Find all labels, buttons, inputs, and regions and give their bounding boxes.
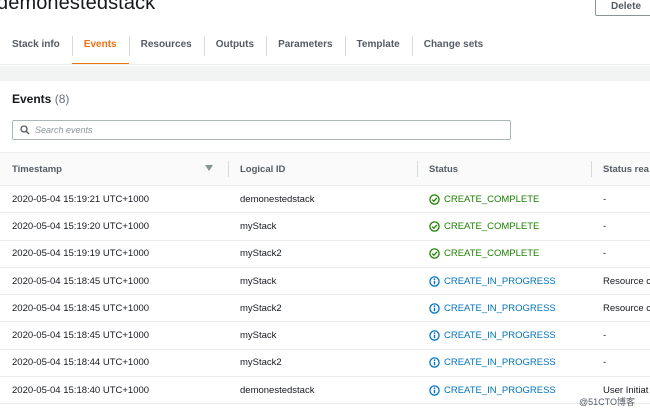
cell-logical-id: myStack2 — [228, 294, 417, 323]
cell-timestamp: 2020-05-04 15:18:44 UTC+1000 — [0, 349, 228, 378]
column-label-timestamp: Timestamp — [12, 163, 62, 175]
info-circle-icon — [429, 275, 440, 287]
table-row[interactable]: 2020-05-04 15:18:40 UTC+1000 demonestedst… — [0, 376, 650, 405]
cell-status: CREATE_IN_PROGRESS — [417, 294, 591, 323]
table-row[interactable]: 2020-05-04 15:18:45 UTC+1000 myStack CREAT… — [0, 267, 650, 296]
events-panel: Events (8) Timestamp Logical ID Status S… — [0, 81, 650, 411]
events-title: Events — [12, 92, 52, 106]
column-label-status: Status — [429, 163, 459, 175]
cell-timestamp: 2020-05-04 15:19:20 UTC+1000 — [0, 212, 228, 241]
column-label-logical-id: Logical ID — [240, 163, 286, 175]
cell-logical-id: demonestedstack — [228, 185, 417, 214]
cell-timestamp: 2020-05-04 15:18:45 UTC+1000 — [0, 294, 228, 323]
cell-logical-id: myStack — [228, 321, 417, 350]
tab-resources[interactable]: Resources — [128, 30, 204, 64]
status-text: CREATE_IN_PROGRESS — [444, 330, 556, 342]
cell-status-reason: Resource c — [591, 294, 650, 323]
tab-outputs[interactable]: Outputs — [203, 30, 266, 64]
tab-parameters[interactable]: Parameters — [266, 30, 344, 64]
status-indicator: CREATE_IN_PROGRESS — [429, 303, 591, 314]
cell-logical-id: demonestedstack — [228, 376, 417, 405]
status-text: CREATE_COMPLETE — [444, 193, 540, 205]
check-circle-icon — [429, 221, 440, 232]
table-row[interactable]: 2020-05-04 15:18:45 UTC+1000 myStack CREAT… — [0, 321, 650, 350]
delete-button[interactable]: Delete — [595, 0, 650, 16]
info-circle-icon — [429, 330, 440, 341]
sort-down-icon[interactable] — [205, 165, 213, 171]
search-input[interactable] — [35, 122, 505, 138]
table-row[interactable]: 2020-05-04 15:18:45 UTC+1000 myStack2 CREA… — [0, 294, 650, 323]
column-header-status-reason[interactable]: Status rea — [591, 152, 650, 186]
tab-stack-info[interactable]: Stack info — [0, 30, 72, 64]
cell-timestamp: 2020-05-04 15:18:45 UTC+1000 — [0, 321, 228, 350]
status-text: CREATE_IN_PROGRESS — [444, 384, 556, 396]
status-indicator: CREATE_IN_PROGRESS — [429, 385, 591, 396]
tab-events[interactable]: Events — [71, 30, 129, 65]
column-label-status-reason: Status rea — [603, 163, 649, 175]
cell-status-reason: - — [591, 321, 650, 350]
stack-header: demonestedstack Delete Stack info Events R… — [0, 0, 650, 66]
cell-status: CREATE_IN_PROGRESS — [417, 321, 591, 350]
page-title: demonestedstack — [0, 0, 156, 14]
check-circle-icon — [429, 193, 440, 205]
status-indicator: CREATE_COMPLETE — [429, 221, 591, 232]
watermark: @51CTO博客 — [579, 397, 635, 407]
search-icon — [20, 125, 30, 135]
events-table: Timestamp Logical ID Status Status rea 2… — [0, 152, 650, 405]
tab-change-sets[interactable]: Change sets — [411, 30, 495, 64]
tab-template[interactable]: Template — [344, 30, 412, 64]
cell-status: CREATE_COMPLETE — [417, 185, 591, 214]
column-header-status[interactable]: Status — [417, 152, 591, 186]
info-circle-icon — [429, 357, 440, 369]
status-text: CREATE_IN_PROGRESS — [444, 302, 556, 314]
cell-timestamp: 2020-05-04 15:19:21 UTC+1000 — [0, 185, 228, 214]
cell-status-reason: - — [591, 212, 650, 241]
cell-status: CREATE_IN_PROGRESS — [417, 376, 591, 405]
status-indicator: CREATE_COMPLETE — [429, 194, 591, 205]
cell-status-reason: Resource c — [591, 267, 650, 296]
cell-status-reason: - — [591, 349, 650, 378]
cell-status: CREATE_COMPLETE — [417, 240, 591, 268]
status-indicator: CREATE_IN_PROGRESS — [429, 330, 591, 341]
cell-timestamp: 2020-05-04 15:18:45 UTC+1000 — [0, 267, 228, 296]
info-circle-icon — [429, 384, 440, 396]
tab-divider — [0, 64, 650, 65]
column-header-logical-id[interactable]: Logical ID — [228, 152, 417, 186]
cell-status: CREATE_COMPLETE — [417, 212, 591, 241]
cell-logical-id: myStack — [228, 267, 417, 296]
events-count: (8) — [54, 92, 70, 106]
cell-timestamp: 2020-05-04 15:18:40 UTC+1000 — [0, 376, 228, 405]
cell-status-reason: - — [591, 185, 650, 214]
cell-logical-id: myStack — [228, 212, 417, 241]
events-heading: Events (8) — [12, 92, 69, 106]
cell-status-reason: - — [591, 240, 650, 268]
status-text: CREATE_COMPLETE — [444, 220, 540, 232]
cell-logical-id: myStack2 — [228, 349, 417, 378]
table-row[interactable]: 2020-05-04 15:18:44 UTC+1000 myStack2 CREA… — [0, 349, 650, 378]
tab-bar: Stack info Events Resources Outputs Paramete… — [0, 30, 495, 65]
table-row[interactable]: 2020-05-04 15:19:20 UTC+1000 myStack CREAT… — [0, 212, 650, 241]
status-indicator: CREATE_COMPLETE — [429, 248, 591, 259]
check-circle-icon — [429, 248, 440, 259]
table-header-row: Timestamp Logical ID Status Status rea — [0, 152, 650, 186]
status-text: CREATE_IN_PROGRESS — [444, 275, 556, 287]
info-circle-icon — [429, 303, 440, 314]
status-text: CREATE_IN_PROGRESS — [444, 357, 556, 369]
table-row[interactable]: 2020-05-04 15:19:21 UTC+1000 demonestedst… — [0, 185, 650, 214]
cell-status: CREATE_IN_PROGRESS — [417, 267, 591, 296]
cell-logical-id: myStack2 — [228, 240, 417, 268]
search-box[interactable] — [12, 120, 511, 140]
table-row[interactable]: 2020-05-04 15:19:19 UTC+1000 myStack2 CREA… — [0, 240, 650, 268]
status-indicator: CREATE_IN_PROGRESS — [429, 276, 591, 287]
cell-timestamp: 2020-05-04 15:19:19 UTC+1000 — [0, 240, 228, 268]
status-text: CREATE_COMPLETE — [444, 248, 540, 260]
column-header-timestamp[interactable]: Timestamp — [0, 152, 228, 186]
status-indicator: CREATE_IN_PROGRESS — [429, 357, 591, 368]
cell-status: CREATE_IN_PROGRESS — [417, 349, 591, 378]
